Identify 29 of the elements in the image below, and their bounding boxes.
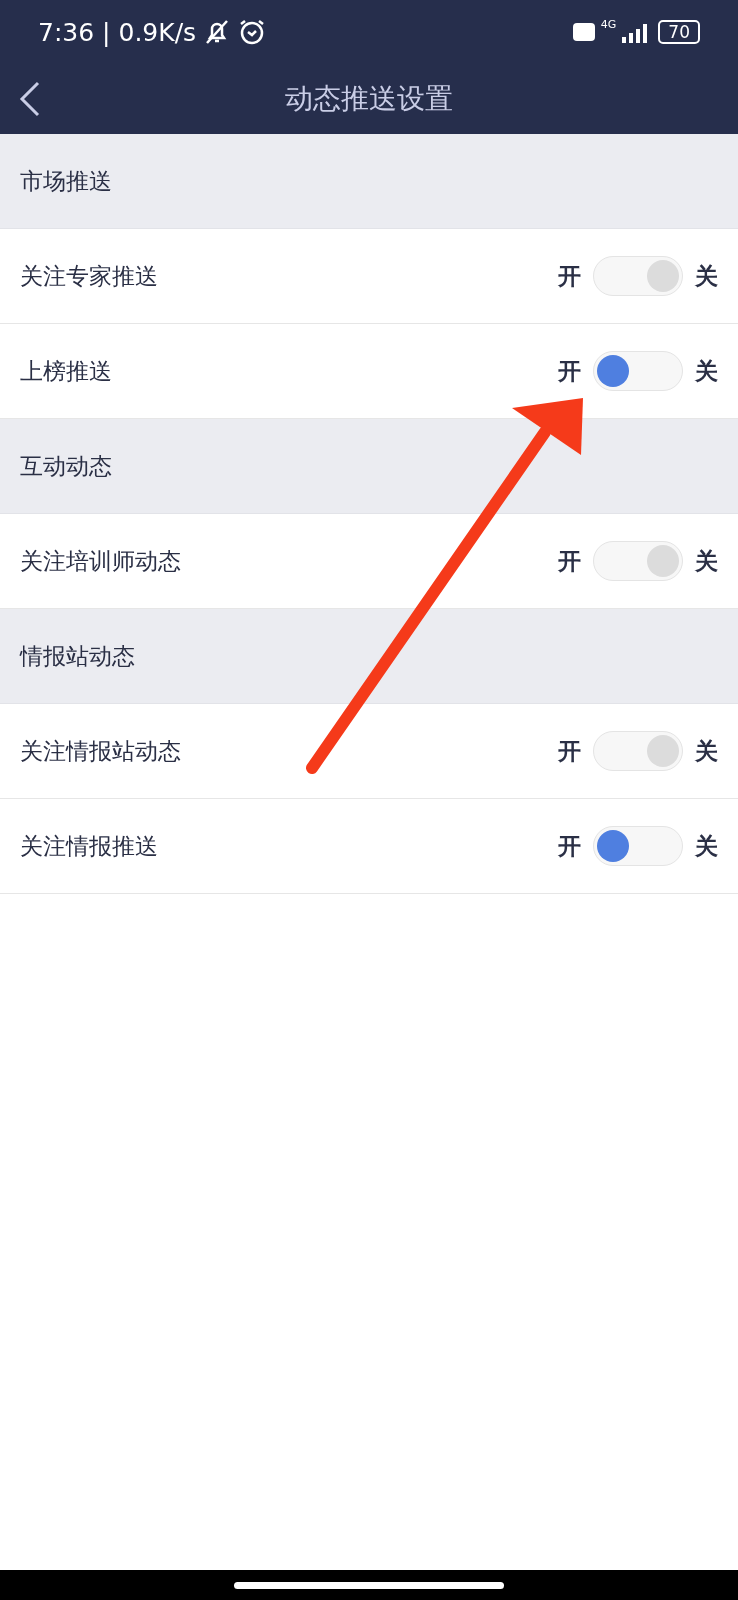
on-label: 开 <box>558 736 581 766</box>
on-label: 开 <box>558 546 581 576</box>
battery-level: 70 <box>658 20 700 44</box>
network-type: 4G <box>600 18 617 31</box>
off-label: 关 <box>695 736 718 766</box>
toggle-switch[interactable] <box>593 541 683 581</box>
on-label: 开 <box>558 831 581 861</box>
off-label: 关 <box>695 356 718 386</box>
toggle-switch[interactable] <box>593 826 683 866</box>
section-title: 互动动态 <box>20 451 112 481</box>
on-label: 开 <box>558 356 581 386</box>
on-label: 开 <box>558 261 581 291</box>
home-indicator[interactable] <box>234 1581 504 1589</box>
back-icon[interactable] <box>18 81 42 117</box>
setting-label: 关注情报站动态 <box>20 736 182 766</box>
setting-label: 关注情报推送 <box>20 831 159 861</box>
section-title: 情报站动态 <box>20 641 135 671</box>
off-label: 关 <box>695 546 718 576</box>
toggle-switch[interactable] <box>593 256 683 296</box>
toggle-switch[interactable] <box>593 351 683 391</box>
section-title: 市场推送 <box>20 166 112 196</box>
off-label: 关 <box>695 831 718 861</box>
setting-label: 关注培训师动态 <box>20 546 182 576</box>
off-label: 关 <box>695 261 718 291</box>
setting-label: 关注专家推送 <box>20 261 159 291</box>
toggle-switch[interactable] <box>593 731 683 771</box>
status-time: 7:36 | 0.9K/s <box>38 17 197 47</box>
setting-label: 上榜推送 <box>20 356 113 386</box>
page-title: 动态推送设置 <box>285 81 453 117</box>
